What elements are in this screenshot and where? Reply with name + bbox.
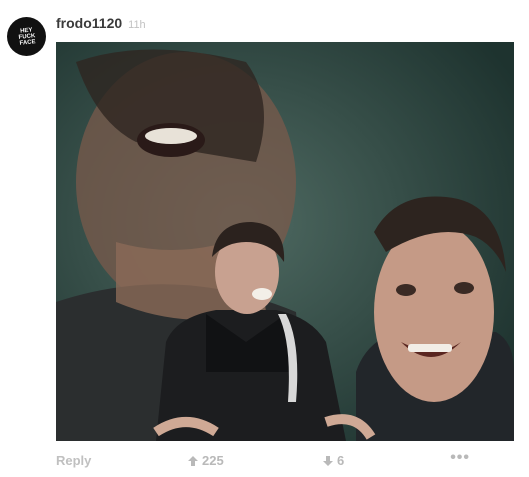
downvote-button[interactable]: 6 (322, 453, 344, 468)
arrow-down-icon (323, 455, 333, 466)
upvote-button[interactable]: 225 (187, 453, 224, 468)
post-image[interactable] (56, 42, 514, 441)
avatar[interactable]: HEY FUCK FACE (7, 17, 46, 56)
avatar-logo-text: HEY FUCK FACE (17, 26, 36, 47)
username-link[interactable]: frodo1120 (56, 15, 122, 31)
reply-button[interactable]: Reply (56, 453, 91, 468)
post-header: frodo1120 11h (56, 15, 146, 33)
downvote-count: 6 (337, 453, 345, 468)
upvote-count: 225 (202, 453, 224, 468)
meme-image-illustration (56, 42, 514, 441)
more-options-icon[interactable]: ••• (450, 449, 470, 467)
timestamp: 11h (128, 19, 146, 31)
post-actions: Reply 225 6 ••• (56, 449, 514, 470)
arrow-up-icon (188, 455, 198, 466)
